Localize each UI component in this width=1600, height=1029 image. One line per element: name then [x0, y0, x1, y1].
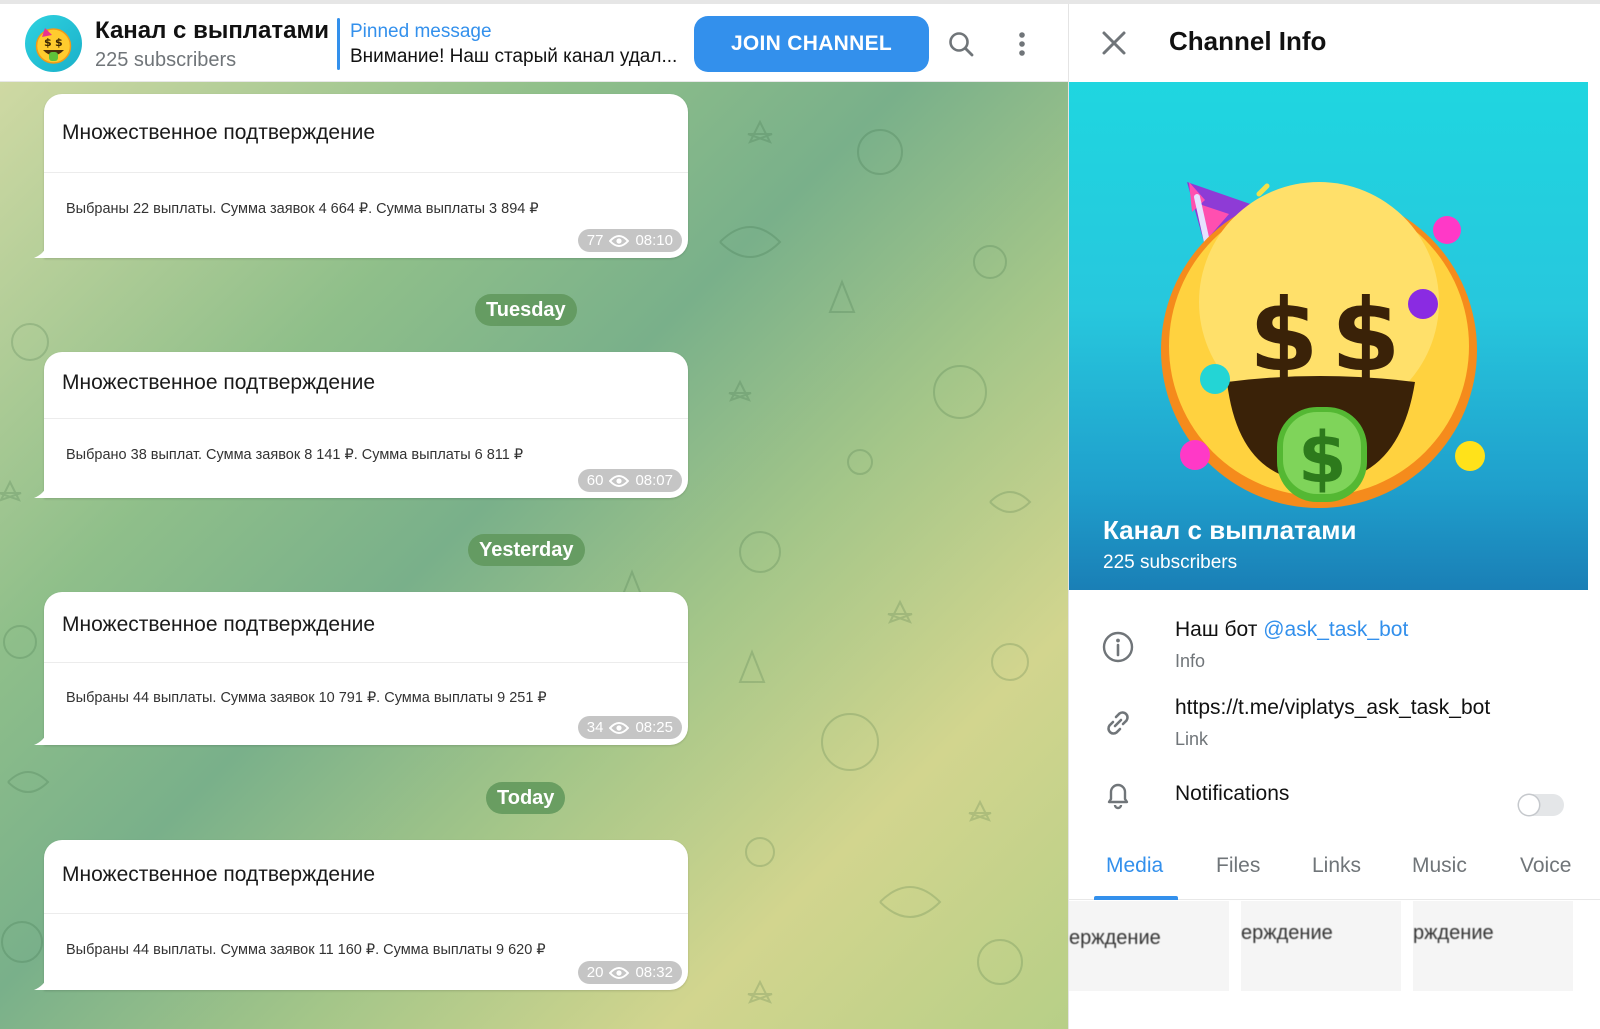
description-row[interactable]: Наш бот @ask_task_bot Info: [1069, 616, 1600, 686]
info-title: Channel Info: [1169, 26, 1327, 56]
message-divider: [44, 172, 688, 173]
message-bubble[interactable]: Множественное подтверждение Выбраны 44 в…: [34, 840, 688, 990]
view-count: 20: [586, 964, 604, 981]
message-divider: [44, 662, 688, 663]
money-mouth-face-icon: $ $ $: [1161, 182, 1485, 508]
svg-text:$: $: [1298, 417, 1347, 499]
pinned-label[interactable]: Pinned message: [350, 21, 492, 43]
message-bubble[interactable]: Множественное подтверждение Выбраны 44 в…: [34, 592, 688, 745]
tab-music[interactable]: Music: [1412, 854, 1467, 878]
info-header: Channel Info: [1069, 4, 1600, 82]
media-thumbnail[interactable]: ерждение: [1069, 901, 1229, 991]
date-separator: Tuesday: [475, 294, 577, 326]
channel-avatar[interactable]: $ $: [25, 15, 82, 72]
message-title: Множественное подтверждение: [62, 613, 376, 636]
date-separator: Today: [486, 782, 566, 814]
message-bubble[interactable]: Множественное подтверждение Выбраны 22 в…: [34, 94, 688, 258]
message-title: Множественное подтверждение: [62, 121, 376, 144]
chat-background: Множественное подтверждение Выбраны 22 в…: [0, 82, 1068, 1029]
join-channel-button[interactable]: JOIN CHANNEL: [694, 16, 929, 72]
bell-icon: [1107, 783, 1129, 810]
chat-column: $ $ Канал с выплатами 225 subscribers Pi…: [0, 4, 1068, 1029]
link-row[interactable]: https://t.me/viplatys_ask_task_bot Link: [1069, 694, 1600, 764]
message-meta: 77 08:10: [577, 229, 682, 252]
notifications-toggle[interactable]: [1518, 794, 1564, 816]
thumbnail-text: ерждение: [1241, 922, 1333, 944]
message-time: 08:10: [635, 232, 673, 249]
active-tab-indicator: [1094, 896, 1178, 900]
tab-media[interactable]: Media: [1106, 854, 1163, 878]
description-text: Наш бот @ask_task_bot: [1175, 618, 1408, 642]
eye-icon: [609, 966, 630, 979]
message-meta: 20 08:32: [577, 961, 682, 984]
view-count: 77: [586, 232, 604, 249]
message-body: Выбрано 38 выплат. Сумма заявок 8 141 ₽.…: [66, 447, 524, 463]
tab-files[interactable]: Files: [1216, 854, 1260, 878]
message-time: 08:07: [635, 472, 673, 489]
pinned-text[interactable]: Внимание! Наш старый канал удал...: [350, 46, 685, 68]
view-count: 60: [586, 472, 604, 489]
money-mouth-face-icon: $ $: [35, 28, 72, 64]
bot-mention-link[interactable]: @ask_task_bot: [1263, 618, 1408, 641]
date-separator: Yesterday: [468, 534, 585, 566]
channel-hero[interactable]: $ $ $ Канал с выплатами 225 subscribers: [1069, 82, 1588, 590]
eye-icon: [609, 234, 630, 247]
notifications-label: Notifications: [1175, 782, 1290, 805]
message-time: 08:25: [635, 719, 673, 736]
pinned-indicator: [337, 18, 340, 70]
thumbnail-text: рждение: [1413, 922, 1494, 944]
hero-subscriber-count: 225 subscribers: [1103, 552, 1238, 573]
message-time: 08:32: [635, 964, 673, 981]
bubble-tail: [34, 244, 48, 258]
description-prefix: Наш бот: [1175, 618, 1264, 641]
chat-header[interactable]: $ $ Канал с выплатами 225 subscribers Pi…: [0, 4, 1068, 82]
channel-title[interactable]: Канал с выплатами: [95, 17, 329, 45]
bubble-tail: [34, 484, 48, 498]
description-label: Info: [1175, 651, 1206, 671]
tab-links[interactable]: Links: [1312, 854, 1361, 878]
message-divider: [44, 913, 688, 914]
media-grid: ерждение ерждение рждение: [1069, 901, 1600, 991]
hero-channel-name: Канал с выплатами: [1103, 515, 1357, 545]
message-title: Множественное подтверждение: [62, 863, 376, 886]
toggle-knob: [1519, 795, 1539, 815]
message-title: Множественное подтверждение: [62, 371, 376, 394]
subscriber-count: 225 subscribers: [95, 49, 237, 71]
media-thumbnail[interactable]: ерждение: [1241, 901, 1401, 991]
message-body: Выбраны 22 выплаты. Сумма заявок 4 664 ₽…: [66, 201, 539, 217]
message-bubble[interactable]: Множественное подтверждение Выбрано 38 в…: [34, 352, 688, 498]
message-body: Выбраны 44 выплаты. Сумма заявок 11 160 …: [66, 942, 546, 958]
message-meta: 60 08:07: [577, 469, 682, 492]
svg-text:$: $: [55, 36, 63, 49]
tab-voice[interactable]: Voice: [1520, 854, 1571, 878]
info-icon: [1102, 631, 1134, 663]
eye-icon: [609, 474, 630, 487]
bubble-tail: [34, 976, 48, 990]
svg-text:$: $: [44, 36, 52, 49]
shared-media-tabs: Media Files Links Music Voice: [1069, 844, 1600, 900]
channel-link[interactable]: https://t.me/viplatys_ask_task_bot: [1175, 696, 1490, 720]
search-icon[interactable]: [945, 28, 977, 60]
link-icon: [1107, 711, 1129, 735]
bubble-tail: [34, 731, 48, 745]
view-count: 34: [586, 719, 604, 736]
message-divider: [44, 418, 688, 419]
thumbnail-text: ерждение: [1069, 927, 1161, 949]
close-icon[interactable]: [1099, 28, 1129, 58]
channel-info-panel: Channel Info $ $ $ Канал с выплатами 225…: [1068, 4, 1600, 1029]
media-thumbnail[interactable]: рждение: [1413, 901, 1573, 991]
message-body: Выбраны 44 выплаты. Сумма заявок 10 791 …: [66, 690, 547, 706]
eye-icon: [609, 721, 630, 734]
message-meta: 34 08:25: [577, 716, 682, 739]
link-label: Link: [1175, 729, 1209, 749]
more-vertical-icon[interactable]: [1006, 28, 1038, 60]
